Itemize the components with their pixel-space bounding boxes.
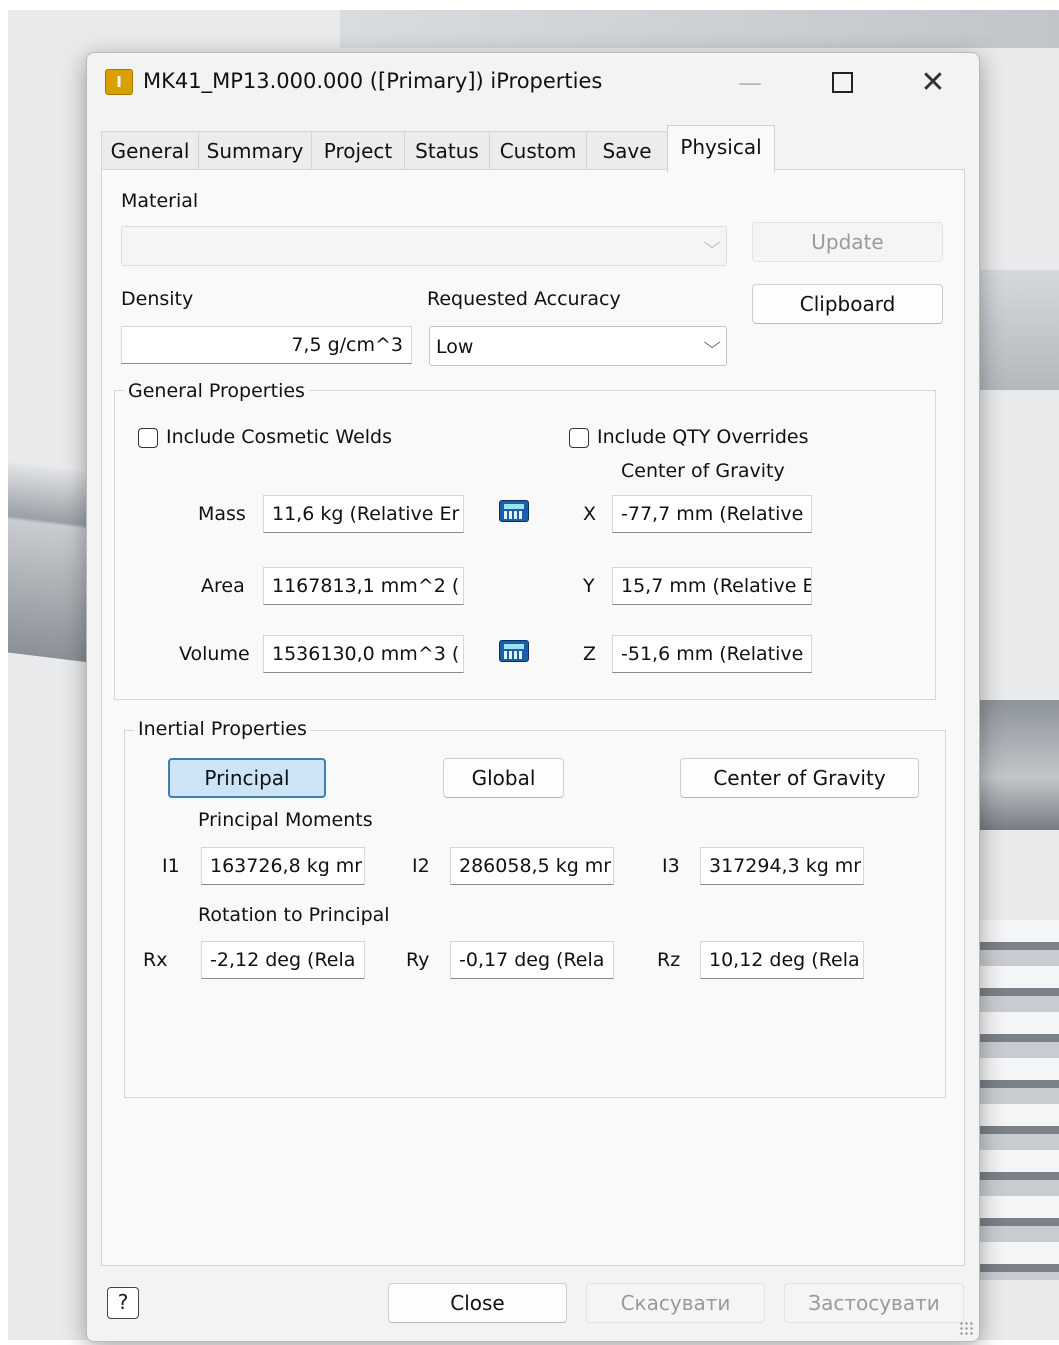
cancel-button[interactable]: Скасувати <box>586 1283 765 1323</box>
include-welds-label: Include Cosmetic Welds <box>166 426 393 448</box>
inertial-properties-title: Inertial Properties <box>134 718 311 740</box>
resize-grip-icon[interactable] <box>959 1321 973 1335</box>
cog-z-field[interactable]: -51,6 mm (Relative <box>612 635 812 673</box>
mass-label: Mass <box>198 503 246 525</box>
update-button[interactable]: Update <box>752 222 943 262</box>
tab-summary[interactable]: Summary <box>198 131 312 170</box>
material-dropdown[interactable]: ⌵ <box>121 226 727 266</box>
model-geometry <box>8 462 98 664</box>
iproperties-dialog: I MK41_MP13.000.000 ([Primary]) iPropert… <box>86 52 980 1342</box>
calculator-icon[interactable] <box>499 500 529 522</box>
inventor-app-icon: I <box>105 69 133 95</box>
close-button[interactable]: Close <box>388 1283 567 1323</box>
rz-label: Rz <box>657 949 681 971</box>
rotation-to-principal-label: Rotation to Principal <box>198 904 390 926</box>
window-title: MK41_MP13.000.000 ([Primary]) iPropertie… <box>143 69 603 93</box>
include-welds-checkbox[interactable] <box>138 428 158 448</box>
i3-field[interactable]: 317294,3 kg mr <box>700 847 864 885</box>
principal-button[interactable]: Principal <box>168 758 326 798</box>
global-button[interactable]: Global <box>443 758 564 798</box>
ry-label: Ry <box>406 949 430 971</box>
help-button[interactable]: ? <box>107 1287 139 1319</box>
area-field[interactable]: 1167813,1 mm^2 ( <box>263 567 464 605</box>
tab-save[interactable]: Save <box>586 131 668 170</box>
accuracy-dropdown[interactable]: Low ⌵ <box>429 326 727 366</box>
title-bar[interactable]: I MK41_MP13.000.000 ([Primary]) iPropert… <box>87 53 979 111</box>
chevron-down-icon: ⌵ <box>703 233 721 252</box>
ry-field[interactable]: -0,17 deg (Rela <box>450 941 614 979</box>
material-label: Material <box>121 190 199 212</box>
chevron-down-icon: ⌵ <box>703 333 721 352</box>
accuracy-label: Requested Accuracy <box>427 288 621 310</box>
i3-label: I3 <box>662 855 680 877</box>
rx-field[interactable]: -2,12 deg (Rela <box>201 941 365 979</box>
center-of-gravity-label: Center of Gravity <box>621 460 785 482</box>
tab-status[interactable]: Status <box>404 131 490 170</box>
physical-tab-page: Material ⌵ Update Density Requested Accu… <box>101 169 965 1266</box>
screen-border <box>0 0 1059 10</box>
i1-label: I1 <box>162 855 180 877</box>
calculator-icon[interactable] <box>499 640 529 662</box>
apply-button[interactable]: Застосувати <box>784 1283 964 1323</box>
clipboard-button[interactable]: Clipboard <box>752 284 943 324</box>
screen-border <box>0 0 8 1345</box>
center-of-gravity-button[interactable]: Center of Gravity <box>680 758 919 798</box>
principal-moments-label: Principal Moments <box>198 809 373 831</box>
cog-y-field[interactable]: 15,7 mm (Relative E <box>612 567 812 605</box>
area-label: Area <box>201 575 245 597</box>
density-label: Density <box>121 288 194 310</box>
i2-field[interactable]: 286058,5 kg mr <box>450 847 614 885</box>
volume-field[interactable]: 1536130,0 mm^3 ( <box>263 635 464 673</box>
tab-project[interactable]: Project <box>311 131 405 170</box>
rz-field[interactable]: 10,12 deg (Rela <box>700 941 864 979</box>
tab-custom[interactable]: Custom <box>489 131 587 170</box>
tab-strip: General Summary Project Status Custom Sa… <box>101 125 971 172</box>
help-icon: ? <box>117 1290 129 1314</box>
include-qty-label: Include QTY Overrides <box>597 426 809 448</box>
rx-label: Rx <box>143 949 168 971</box>
maximize-icon <box>831 71 853 93</box>
general-properties-title: General Properties <box>124 380 309 402</box>
cog-x-field[interactable]: -77,7 mm (Relative <box>612 495 812 533</box>
volume-label: Volume <box>179 643 250 665</box>
x-label: X <box>583 503 597 525</box>
tab-physical[interactable]: Physical <box>667 125 775 172</box>
mass-field[interactable]: 11,6 kg (Relative Er <box>263 495 464 533</box>
close-window-button[interactable]: ✕ <box>903 61 963 105</box>
y-label: Y <box>583 575 595 597</box>
minimize-button[interactable]: — <box>720 61 780 105</box>
accuracy-value: Low <box>436 336 474 358</box>
dialog-button-bar: ? Close Скасувати Застосувати <box>87 1265 979 1341</box>
density-field[interactable]: 7,5 g/cm^3 <box>121 326 412 364</box>
maximize-button[interactable] <box>812 61 872 105</box>
include-qty-checkbox[interactable] <box>569 428 589 448</box>
z-label: Z <box>583 643 597 665</box>
tab-general[interactable]: General <box>101 131 199 170</box>
model-geometry <box>340 8 1059 48</box>
i2-label: I2 <box>412 855 430 877</box>
i1-field[interactable]: 163726,8 kg mr <box>201 847 365 885</box>
